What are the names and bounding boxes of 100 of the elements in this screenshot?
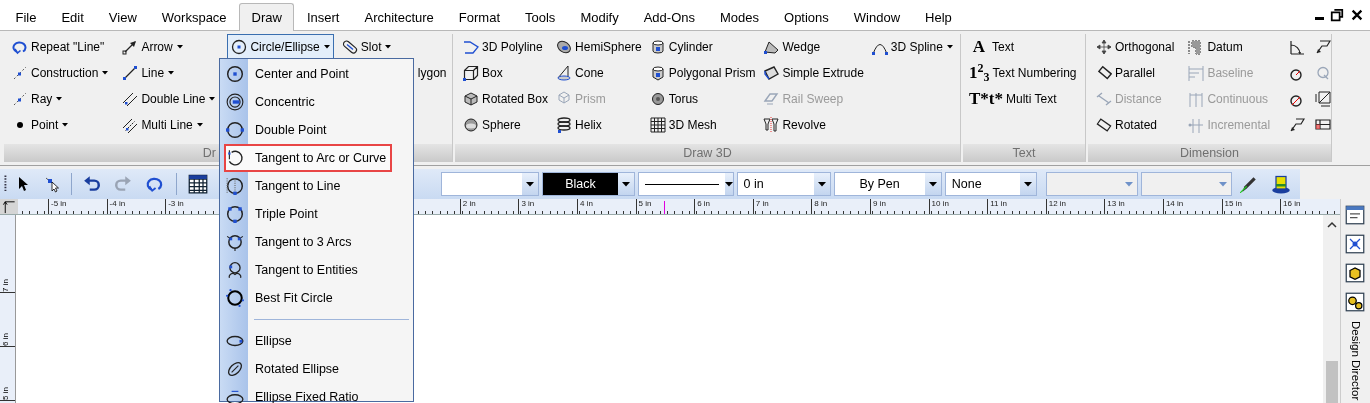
slot-icon <box>341 39 358 55</box>
ruler-label: 8 in <box>811 199 870 214</box>
menu-item[interactable]: Ellipse <box>220 327 413 355</box>
tool-button[interactable]: 3D Mesh <box>645 112 760 138</box>
cylinder-icon <box>649 65 666 81</box>
ruler-label: 14 in <box>1162 199 1222 214</box>
tool-button[interactable]: Box <box>459 60 553 86</box>
panel-tab[interactable]: Design Director <box>1346 321 1364 401</box>
menu-item[interactable]: Concentric <box>220 88 413 116</box>
incremental-dimension-icon <box>1188 117 1205 133</box>
menu-tab[interactable]: Architecture <box>351 3 447 30</box>
menu-item[interactable]: Double Point <box>220 116 413 144</box>
minimize-icon <box>1315 17 1324 20</box>
menu-tab[interactable]: File <box>3 3 49 30</box>
pencil-icon <box>1240 175 1258 193</box>
tool-button[interactable]: Sphere <box>459 112 553 138</box>
menu-item[interactable]: Best Fit Circle <box>220 284 413 312</box>
node-cursor-icon <box>43 175 60 193</box>
ruler-label: 13 in <box>1104 199 1163 214</box>
tool-button[interactable]: Polygonal Prism <box>645 60 760 86</box>
menu-tab[interactable]: Add-Ons <box>631 3 708 30</box>
menu-tab[interactable]: Tools <box>512 3 568 30</box>
tool-button[interactable]: Repeat "Line" <box>8 34 113 60</box>
menu-tab[interactable]: Draw <box>239 3 295 31</box>
dropdown-field[interactable]: 0 in <box>736 172 831 196</box>
tool-button[interactable]: Circle/Ellipse <box>227 34 334 59</box>
tool-button[interactable]: Rotated <box>1092 112 1179 138</box>
ruler-label: 16 in <box>1280 199 1339 214</box>
menu-tab[interactable]: Format <box>446 3 513 30</box>
menu-item[interactable]: Center and Point <box>220 60 413 88</box>
menu-tab[interactable]: Modes <box>707 3 772 30</box>
dropdown-field[interactable]: None <box>944 172 1037 196</box>
tool-button[interactable]: lygon <box>413 60 451 86</box>
multi-text-icon: T*t* <box>969 89 1003 109</box>
caret-icon <box>1124 181 1133 187</box>
dropdown-field[interactable] <box>440 172 540 196</box>
tool-button[interactable]: Revolve <box>759 112 868 138</box>
menu-tab[interactable]: Workspace <box>149 3 240 30</box>
tool-button[interactable]: Point <box>8 112 113 138</box>
scroll-up-icon[interactable] <box>1326 221 1337 229</box>
group-label: Draw 3D <box>683 146 732 160</box>
tool-button[interactable]: 3D Spline <box>867 34 957 60</box>
tool-button[interactable]: Datum <box>1184 34 1275 60</box>
tool-button[interactable]: Parallel <box>1092 60 1179 86</box>
tool-button[interactable]: Cylinder <box>645 34 760 60</box>
line-style-icon <box>644 183 719 185</box>
ruler-label: 3 in <box>518 199 577 214</box>
tool-button[interactable]: Double Line <box>118 86 220 112</box>
menu-tab[interactable]: View <box>96 3 150 30</box>
ruler-corner-icon <box>0 199 18 214</box>
menu-item[interactable]: Ellipse Fixed Ratio <box>220 383 413 403</box>
tool-button[interactable]: Line <box>118 60 220 86</box>
baseline-dimension-icon <box>1188 65 1205 81</box>
torus-icon <box>649 91 666 107</box>
spreadsheet-icon <box>187 174 208 194</box>
caret-icon <box>724 181 733 187</box>
dropdown-field[interactable] <box>1140 172 1232 196</box>
tool-button[interactable]: 3D Polyline <box>459 34 553 60</box>
group-label: Text <box>1012 146 1036 160</box>
double-line-icon <box>122 91 139 107</box>
tool-button[interactable]: T*t* Multi Text <box>965 86 1081 112</box>
q-shape-icon <box>1315 65 1332 81</box>
menu-tab[interactable]: Insert <box>294 3 352 30</box>
tool-button[interactable]: Torus <box>645 86 760 112</box>
sphere-icon <box>463 117 479 133</box>
tool-button[interactable]: Cone <box>552 60 646 86</box>
menu-item[interactable]: Rotated Ellipse <box>220 355 413 383</box>
dropdown-field[interactable]: Black <box>542 172 635 196</box>
leader-arrow-icon <box>1289 117 1306 133</box>
menu-item[interactable]: Tangent to Entities <box>220 256 413 284</box>
menu-tab[interactable]: Options <box>771 3 842 30</box>
tool-button[interactable]: Construction <box>8 60 113 86</box>
tool-button[interactable]: Wedge <box>759 34 868 60</box>
curved-arrow-icon <box>12 39 28 55</box>
ruler-label: 11 in <box>987 199 1046 214</box>
dropdown-field[interactable] <box>1045 172 1138 196</box>
tool-button[interactable]: A Text <box>965 34 1081 60</box>
menu-tab[interactable]: Window <box>841 3 913 30</box>
tool-button[interactable]: Ray <box>8 86 113 112</box>
box-icon <box>1345 263 1365 283</box>
tool-button[interactable]: Helix <box>552 112 646 138</box>
sweep-icon <box>763 91 780 107</box>
scrollbar-thumb[interactable] <box>1325 361 1338 403</box>
menu-tab[interactable]: Modify <box>567 3 632 30</box>
tool-button[interactable]: Simple Extrude <box>759 60 868 86</box>
ruler-label: -5 in <box>48 199 107 214</box>
menu-item[interactable]: Tangent to Arc or Curve <box>224 144 392 172</box>
circle-icon <box>226 261 244 279</box>
tool-button[interactable]: Rotated Box <box>459 86 553 112</box>
dropdown-field[interactable] <box>637 172 734 196</box>
tool-button[interactable]: Arrow <box>118 34 220 60</box>
tool-button[interactable]: Orthogonal <box>1092 34 1179 60</box>
menu-tab[interactable]: Edit <box>48 3 97 30</box>
tool-button[interactable]: Slot <box>337 34 451 60</box>
menu-item[interactable]: Tangent to Line <box>220 172 413 200</box>
menu-item[interactable]: Tangent to 3 Arcs <box>220 228 413 256</box>
menu-tab[interactable]: Help <box>912 3 965 30</box>
tool-button[interactable]: HemiSphere <box>552 34 646 60</box>
dropdown-field[interactable]: By Pen <box>833 172 942 196</box>
tool-button[interactable]: Multi Line <box>118 112 220 138</box>
